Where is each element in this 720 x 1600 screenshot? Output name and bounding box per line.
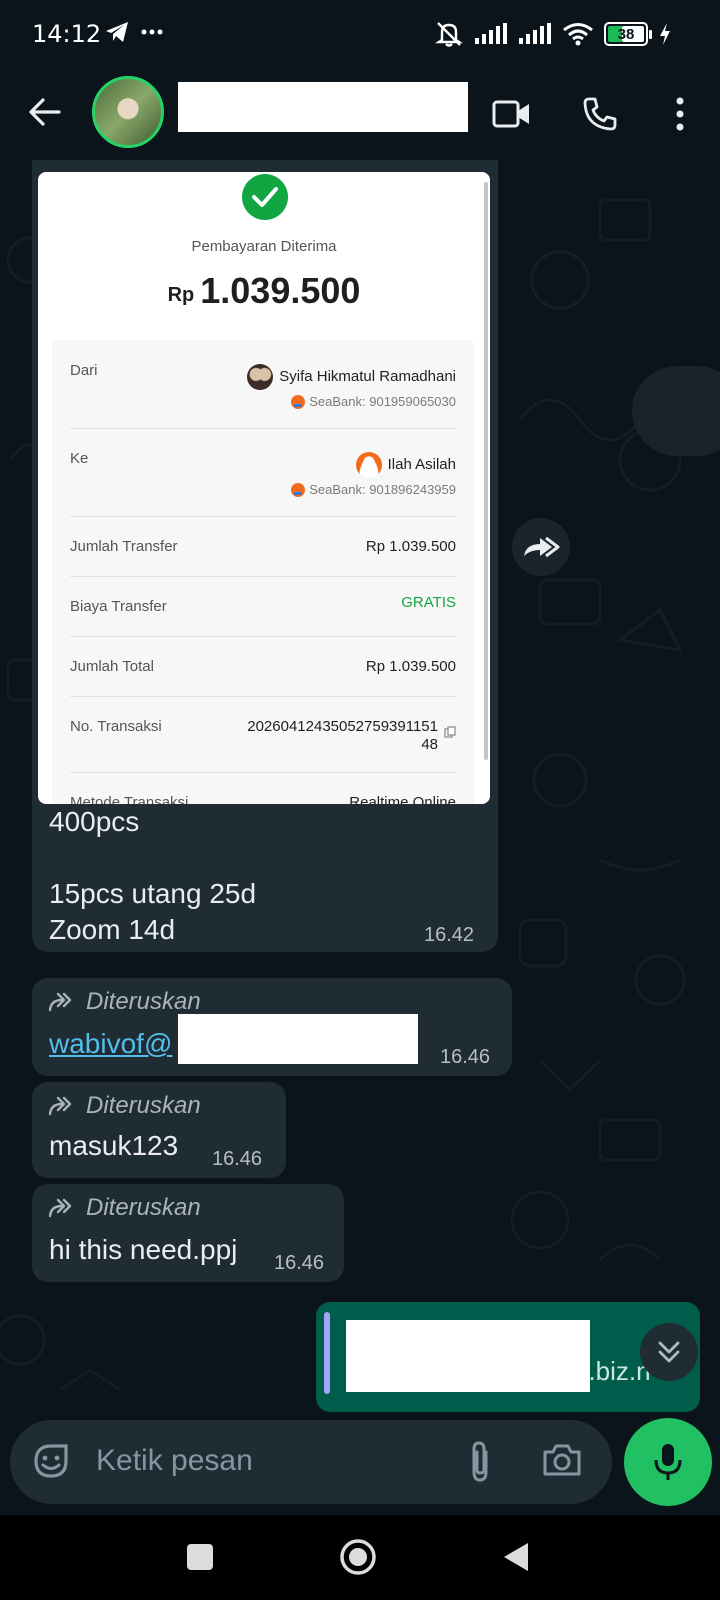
receiver-avatar bbox=[355, 452, 382, 478]
back-nav-button[interactable] bbox=[492, 1533, 540, 1581]
sender-avatar bbox=[247, 364, 274, 390]
receipt-amount: Rp 1.039.500 bbox=[38, 270, 490, 312]
chat-header bbox=[0, 68, 720, 160]
home-circle-icon bbox=[340, 1539, 376, 1575]
square-icon bbox=[187, 1544, 213, 1570]
image-message-bubble[interactable]: Pembayaran Diterima Rp 1.039.500 Dari Syi… bbox=[32, 160, 498, 952]
back-button[interactable] bbox=[22, 90, 66, 134]
message-text: hi this need.ppj bbox=[49, 1234, 238, 1265]
receipt-title: Pembayaran Diterima bbox=[191, 238, 337, 255]
battery-indicator: 38 bbox=[604, 22, 652, 46]
forwarded-message-text[interactable]: Diteruskan masuk123 16.46 bbox=[32, 1082, 286, 1178]
copy-icon[interactable] bbox=[444, 726, 456, 738]
total-amount-label: Jumlah Total bbox=[70, 658, 154, 675]
to-bank: SeaBank: 901896243959 bbox=[291, 482, 456, 497]
message-input[interactable]: Ketik pesan bbox=[96, 1444, 253, 1478]
to-name: Ilah Asilah bbox=[355, 452, 456, 478]
message-time: 16.46 bbox=[212, 1148, 263, 1170]
transaction-id-value: 20260412435052759391151 48 bbox=[247, 718, 438, 753]
status-right-icons: 38 bbox=[434, 20, 672, 48]
message-time: 16.46 bbox=[274, 1252, 325, 1274]
forwarded-label-row: Diteruskan bbox=[48, 988, 201, 1016]
forward-button[interactable] bbox=[512, 518, 570, 576]
chat-area[interactable]: Pembayaran Diterima Rp 1.039.500 Dari Syi… bbox=[0, 160, 720, 1420]
more-vertical-icon bbox=[676, 97, 684, 131]
message-text: 400pcs 15pcs utang 25d Zoom 14d bbox=[49, 806, 257, 945]
camera-icon[interactable] bbox=[542, 1442, 582, 1478]
forward-arrow-icon bbox=[48, 992, 72, 1012]
system-navigation-bar bbox=[0, 1515, 720, 1600]
signal-2-icon bbox=[519, 23, 551, 44]
muted-bell-icon bbox=[435, 22, 463, 47]
home-button[interactable] bbox=[334, 1533, 382, 1581]
forwarded-label: Diteruskan bbox=[86, 1194, 201, 1221]
voice-message-button[interactable] bbox=[624, 1418, 712, 1506]
forward-arrow-icon bbox=[48, 1096, 72, 1116]
message-text: masuk123 bbox=[49, 1130, 179, 1161]
forwarded-label-row: Diteruskan bbox=[48, 1194, 201, 1222]
telegram-icon bbox=[106, 22, 128, 42]
wifi-icon bbox=[563, 23, 593, 46]
charging-icon bbox=[660, 23, 670, 45]
receipt-amount-value: 1.039.500 bbox=[200, 270, 361, 311]
redacted-link-box bbox=[178, 1014, 418, 1064]
contact-avatar[interactable] bbox=[92, 76, 164, 148]
from-bank: SeaBank: 901959065030 bbox=[291, 394, 456, 409]
more-dots-icon bbox=[141, 29, 163, 35]
forwarded-message-text[interactable]: Diteruskan hi this need.ppj 16.46 bbox=[32, 1184, 344, 1282]
contact-name-redacted[interactable] bbox=[178, 82, 468, 132]
transfer-fee-label: Biaya Transfer bbox=[70, 598, 167, 615]
triangle-back-icon bbox=[504, 1543, 528, 1571]
from-label: Dari bbox=[70, 362, 98, 379]
forwarded-label-row: Diteruskan bbox=[48, 1092, 201, 1120]
recents-button[interactable] bbox=[176, 1533, 224, 1581]
to-label: Ke bbox=[70, 450, 89, 467]
chevron-double-down-icon bbox=[658, 1341, 680, 1363]
seabank-icon bbox=[291, 394, 306, 409]
phone-icon bbox=[583, 97, 617, 131]
method-value: Realtime Online bbox=[349, 794, 456, 804]
email-link[interactable]: wabivof@ bbox=[49, 1028, 172, 1060]
forwarded-message-link[interactable]: Diteruskan wabivof@ 16.46 bbox=[32, 978, 512, 1076]
video-camera-icon bbox=[492, 100, 529, 128]
redacted-preview-box bbox=[346, 1320, 590, 1392]
transaction-id-label: No. Transaksi bbox=[70, 718, 162, 735]
paperclip-icon[interactable] bbox=[466, 1440, 496, 1484]
transfer-amount-label: Jumlah Transfer bbox=[70, 538, 178, 555]
voice-call-button[interactable] bbox=[572, 86, 628, 142]
total-amount-value: Rp 1.039.500 bbox=[365, 658, 456, 675]
status-left-icons bbox=[104, 20, 164, 44]
seabank-icon bbox=[291, 482, 306, 497]
message-input-bar[interactable]: Ketik pesan bbox=[10, 1420, 612, 1504]
scroll-to-bottom-button[interactable] bbox=[640, 1323, 698, 1381]
forward-arrow-icon bbox=[48, 1198, 72, 1218]
check-icon bbox=[242, 174, 288, 220]
quote-bar bbox=[324, 1312, 330, 1394]
forwarded-label: Diteruskan bbox=[86, 988, 201, 1015]
forwarded-label: Diteruskan bbox=[86, 1092, 201, 1119]
microphone-icon bbox=[654, 1444, 682, 1480]
more-options-button[interactable] bbox=[652, 86, 708, 142]
payment-receipt-image[interactable]: Pembayaran Diterima Rp 1.039.500 Dari Syi… bbox=[38, 172, 490, 804]
arrow-left-icon bbox=[29, 98, 61, 126]
message-time: 16.46 bbox=[440, 1046, 491, 1068]
message-time: 16.42 bbox=[424, 924, 475, 946]
partial-reaction-bubble[interactable] bbox=[632, 366, 720, 456]
sticker-icon[interactable] bbox=[30, 1440, 72, 1482]
status-time: 14:12 bbox=[32, 20, 102, 48]
video-call-button[interactable] bbox=[484, 86, 540, 142]
from-name: Syifa Hikmatul Ramadhani bbox=[247, 364, 456, 390]
receipt-scrollbar bbox=[484, 182, 488, 760]
receipt-currency: Rp bbox=[167, 284, 195, 306]
battery-level: 38 bbox=[617, 25, 635, 43]
method-label: Metode Transaksi bbox=[70, 794, 189, 804]
forward-arrow-icon bbox=[524, 536, 560, 558]
transfer-fee-value: GRATIS bbox=[401, 594, 456, 611]
transfer-amount-value: Rp 1.039.500 bbox=[365, 538, 456, 555]
receipt-details-card: Dari Syifa Hikmatul Ramadhani SeaBank: 9… bbox=[52, 340, 474, 804]
status-bar: 14:12 38 bbox=[0, 0, 720, 68]
signal-icon bbox=[475, 23, 507, 44]
